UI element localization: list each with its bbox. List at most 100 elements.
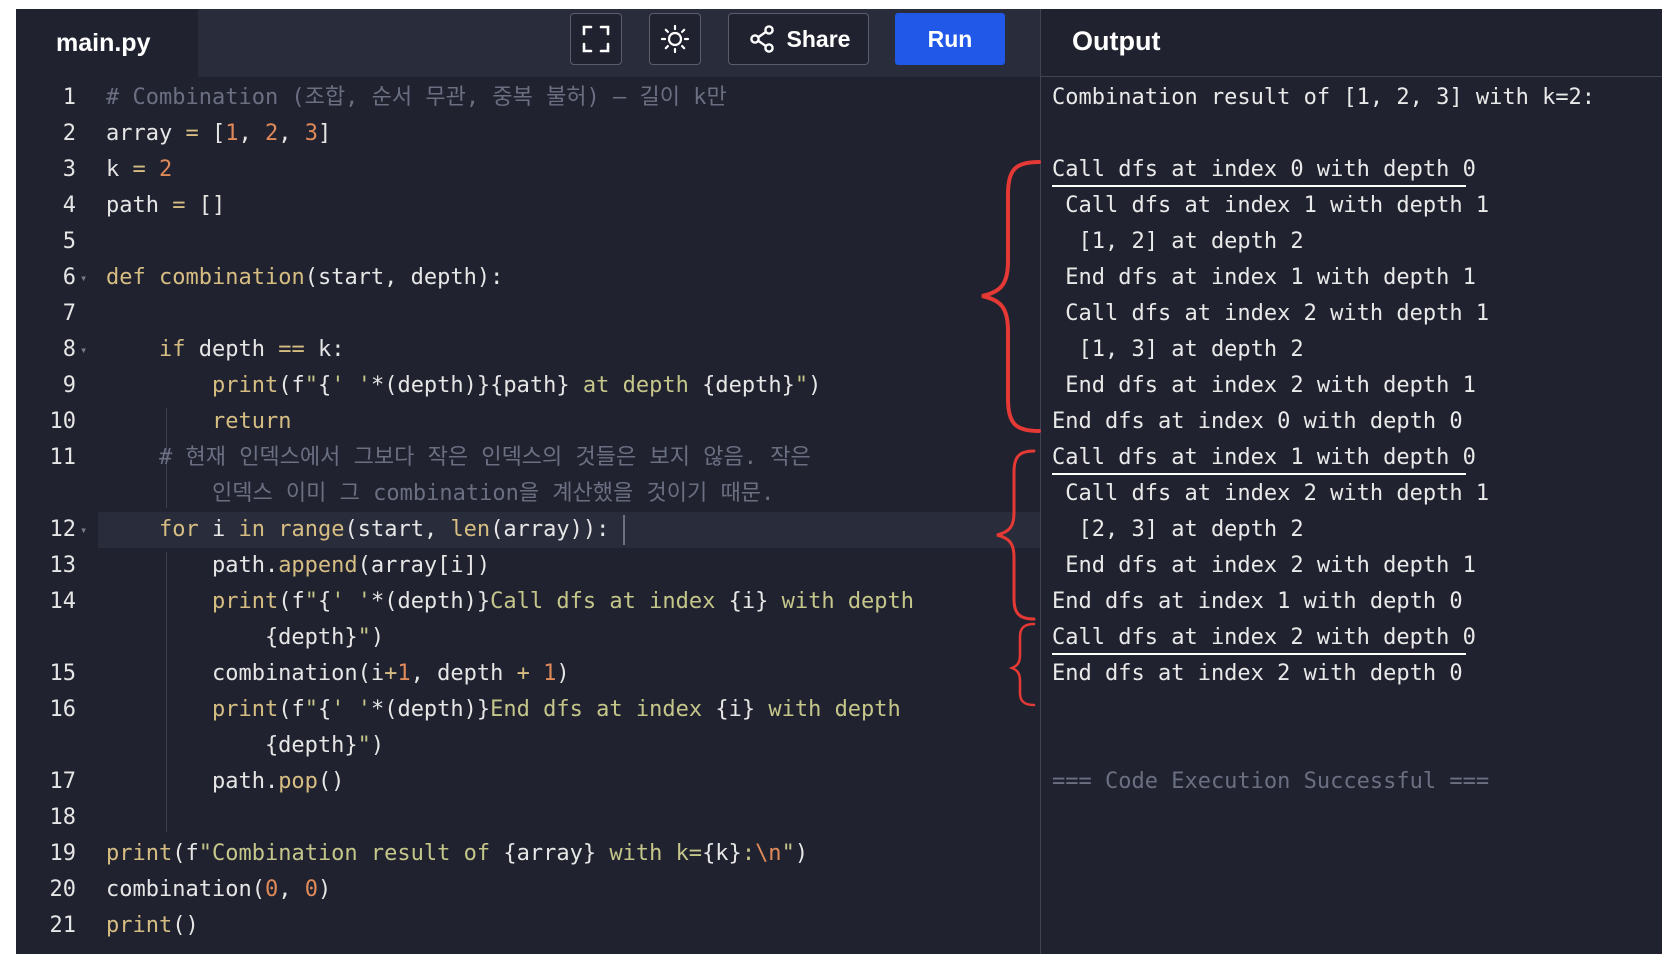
code-token: " [304,373,318,398]
code-token: # Combination (조합, 순서 무관, 중복 불허) — 길이 k만 [106,85,727,110]
code-token: \n [755,841,782,866]
code-token: {array} [503,841,597,866]
code-token: 2 [264,121,279,146]
fold-arrow-icon[interactable]: ▾ [80,512,87,548]
theme-toggle-button[interactable] [649,13,701,65]
code-token: len [450,517,491,542]
code-token: Call dfs at index [490,589,729,614]
output-line: End dfs at index 1 with depth 1 [1052,265,1476,290]
line-number: 11 [49,445,77,470]
code-token: { [317,697,332,722]
output-panel: Combination result of [1, 2, 3] with k=2… [1040,77,1662,954]
code-token: k: [304,337,345,362]
code-token: if [158,337,186,362]
line-number: 20 [49,877,77,902]
code-token: ) [370,733,385,758]
file-tab-main-py[interactable]: main.py [16,9,198,77]
code-token: at depth [569,373,703,398]
code-token: k [106,157,133,182]
code-token: *(depth)} [370,589,491,614]
code-line: 13 path.append(array[i]) [16,548,1040,584]
code-line: 9 print(f"{' '*(depth)}{path} at depth {… [16,368,1040,404]
code-editor[interactable]: 1 # Combination (조합, 순서 무관, 중복 불허) — 길이 k… [16,77,1040,954]
text-cursor [623,515,625,545]
fold-arrow-icon[interactable]: ▾ [80,260,87,296]
line-number: 9 [62,373,76,398]
code-token: print [106,841,173,866]
code-text: print(f"{' '*(depth)}Call dfs at index {… [106,584,914,620]
code-token: print [106,913,173,938]
code-token: (array[i]) [357,553,491,578]
code-token: = [132,157,146,182]
code-token: combination(i [106,661,385,686]
code-token: ) [317,877,332,902]
code-text: if depth == k: [106,332,344,368]
code-line: 8 ▾ if depth == k: [16,332,1040,368]
execution-status: === Code Execution Successful === [1052,769,1490,794]
output-line: End dfs at index 0 with depth 0 [1052,409,1463,434]
code-token: # 현재 인덱스에서 그보다 작은 인덱스의 것들은 보지 않음. 작은 [106,445,811,470]
code-token: () [317,769,345,794]
code-line: 인덱스 이미 그 combination을 계산했을 것이기 때문. [16,476,1040,512]
code-text: print(f"{' '*(depth)}End dfs at index {i… [106,692,901,728]
code-line: 17 path.pop() [16,764,1040,800]
code-token: i [198,517,239,542]
line-number: 5 [62,229,76,254]
code-token: "Combination result of [198,841,504,866]
code-token: append [278,553,358,578]
code-token: (f [278,589,305,614]
code-token: " [794,373,809,398]
code-line: 2 array = [1, 2, 3] [16,116,1040,152]
line-number: 15 [49,661,77,686]
code-token: == [278,337,305,362]
code-token: {depth} [106,733,358,758]
line-number: 6 [62,265,76,290]
code-token: {i} [715,697,756,722]
code-text: path.pop() [106,764,344,800]
code-token: return [211,409,292,434]
code-token: End dfs at index [490,697,716,722]
output-line: [1, 2] at depth 2 [1052,229,1304,254]
code-token: 인덱스 이미 그 combination을 계산했을 것이기 때문. [106,481,775,506]
code-text: combination(0, 0) [106,872,331,908]
code-token: (start, depth): [304,265,504,290]
share-icon [749,25,774,53]
code-text: {depth}") [106,728,384,764]
output-line: [1, 3] at depth 2 [1052,337,1304,362]
code-token: { [317,373,332,398]
line-number: 13 [49,553,77,578]
code-token: , [278,121,305,146]
fullscreen-button[interactable] [570,13,622,65]
code-line: 16 print(f"{' '*(depth)}End dfs at index… [16,692,1040,728]
code-token: 0 [304,877,318,902]
code-line: 10 return [16,404,1040,440]
underline-annotation [1052,185,1466,187]
line-number: 18 [49,805,77,830]
underline-annotation [1052,653,1466,655]
code-token: { [317,589,332,614]
code-token: combination( [106,877,265,902]
code-token: with depth [768,589,915,614]
code-line: 5 [16,224,1040,260]
fold-arrow-icon[interactable]: ▾ [80,332,87,368]
code-token: [ [198,121,226,146]
code-line: 15 combination(i+1, depth + 1) [16,656,1040,692]
code-text: print(f"Combination result of {array} wi… [106,836,808,872]
share-button[interactable]: Share [728,13,869,65]
code-text: 인덱스 이미 그 combination을 계산했을 것이기 때문. [106,476,774,512]
line-number: 19 [49,841,77,866]
code-token: (f [278,697,305,722]
code-token: array [106,121,186,146]
code-token: *(depth)}{path} [370,373,570,398]
code-line: {depth}") [16,620,1040,656]
code-token: " [781,841,795,866]
run-button[interactable]: Run [895,13,1005,65]
code-text: # Combination (조합, 순서 무관, 중복 불허) — 길이 k만 [106,80,727,116]
code-token: ) [808,373,822,398]
code-editor-app: main.py Share Run Output 1 # Combination … [16,9,1662,954]
code-token: " [304,697,318,722]
code-token: print [211,589,279,614]
code-text: # 현재 인덱스에서 그보다 작은 인덱스의 것들은 보지 않음. 작은 [106,440,811,476]
